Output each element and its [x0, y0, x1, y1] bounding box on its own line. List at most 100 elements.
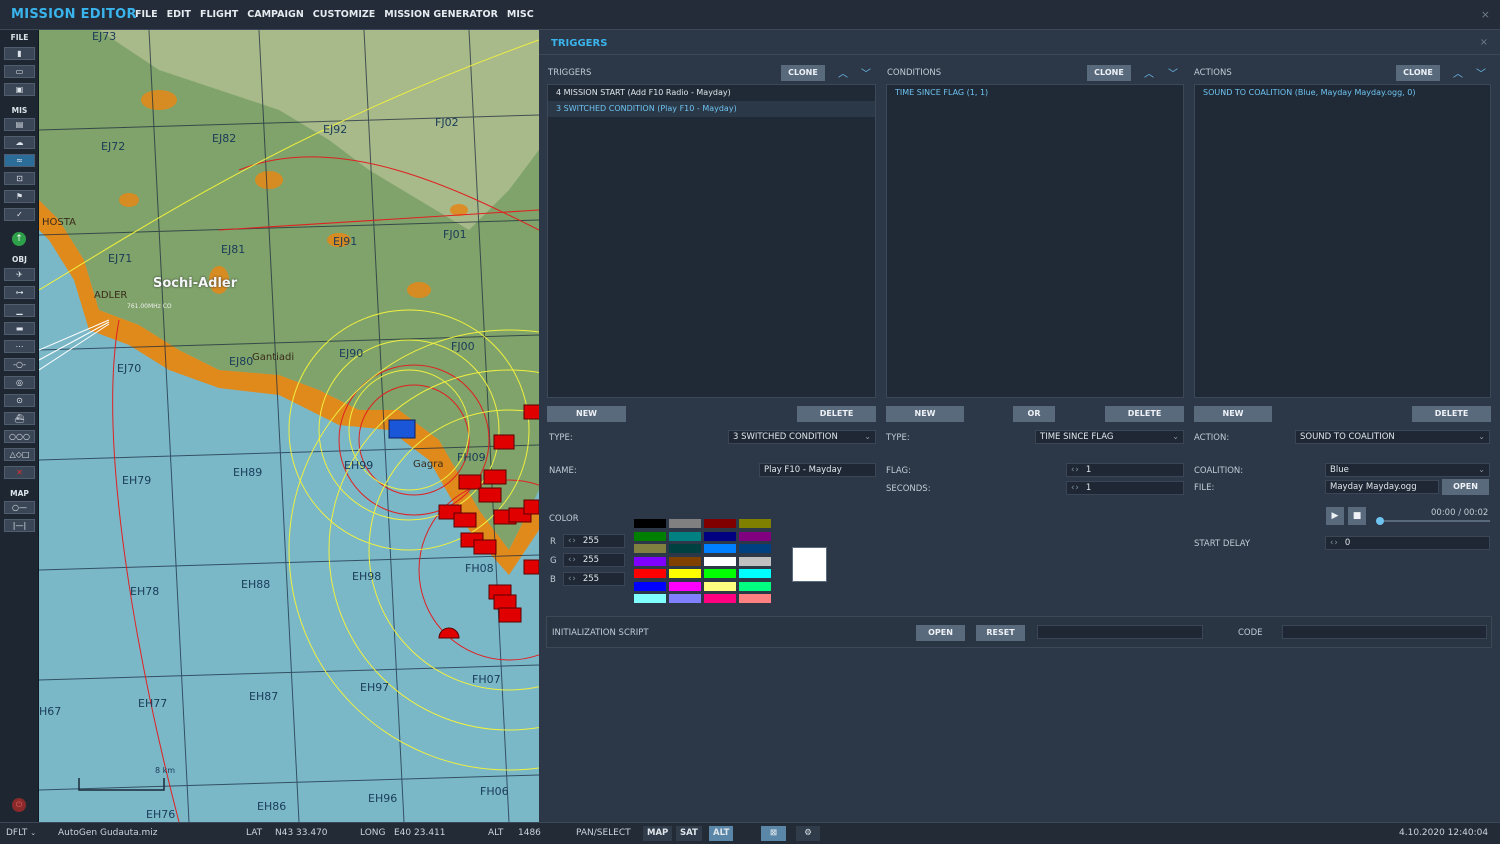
- start-delay-spinner[interactable]: ‹› 0: [1325, 536, 1490, 550]
- menu-customize[interactable]: CUSTOMIZE: [313, 9, 375, 20]
- color-swatch[interactable]: [633, 593, 667, 604]
- conditions-or-button[interactable]: OR: [1013, 406, 1055, 422]
- ship-icon[interactable]: ▁: [4, 304, 35, 317]
- goals-icon[interactable]: ⚑: [4, 190, 35, 203]
- triggers-delete-button[interactable]: DELETE: [797, 406, 876, 422]
- color-swatch[interactable]: [668, 543, 702, 554]
- static-icon[interactable]: ⊙: [4, 394, 35, 407]
- color-swatch[interactable]: [668, 568, 702, 579]
- condition-type-select[interactable]: TIME SINCE FLAG ⌄: [1035, 430, 1184, 444]
- color-swatch[interactable]: [703, 568, 737, 579]
- color-swatch[interactable]: [633, 580, 667, 592]
- color-swatch[interactable]: [668, 518, 702, 529]
- triggers-clone-button[interactable]: CLONE: [781, 65, 825, 81]
- init-reset-button[interactable]: RESET: [976, 625, 1025, 641]
- play-icon[interactable]: ▶: [1326, 507, 1344, 525]
- panel-close-icon[interactable]: ×: [1480, 37, 1488, 48]
- actions-clone-button[interactable]: CLONE: [1396, 65, 1440, 81]
- window-close-icon[interactable]: ×: [1481, 8, 1490, 21]
- seconds-spinner[interactable]: ‹› 1: [1066, 481, 1184, 495]
- color-swatch[interactable]: [738, 580, 772, 592]
- briefing-icon[interactable]: ▤: [4, 118, 35, 131]
- delete-object-icon[interactable]: ✕: [4, 466, 35, 479]
- aircraft-icon[interactable]: ✈: [4, 268, 35, 281]
- menu-file[interactable]: FILE: [135, 9, 158, 20]
- trigger-type-select[interactable]: 3 SWITCHED CONDITION ⌄: [728, 430, 876, 444]
- menu-flight[interactable]: FLIGHT: [200, 9, 238, 20]
- color-swatch[interactable]: [738, 568, 772, 579]
- exit-icon[interactable]: ⏻: [12, 798, 26, 812]
- triggers-icon[interactable]: ≈: [4, 154, 35, 167]
- map-view-button[interactable]: MAP: [643, 826, 673, 841]
- color-swatch[interactable]: [703, 530, 737, 542]
- actions-delete-button[interactable]: DELETE: [1412, 406, 1491, 422]
- open-folder-icon[interactable]: ▭: [4, 65, 35, 78]
- color-swatch[interactable]: [703, 555, 737, 567]
- save-icon[interactable]: ▣: [4, 83, 35, 96]
- helicopter-icon[interactable]: ⊶: [4, 286, 35, 299]
- map-view[interactable]: EJ73 EJ82 EJ92 FJ02 EJ72 HOSTA EJ71 EJ81 EJ91 FJ0…: [39, 30, 539, 822]
- color-swatch[interactable]: [633, 543, 667, 554]
- audio-progress-handle[interactable]: [1376, 517, 1384, 525]
- trigger-name-input[interactable]: Play F10 - Mayday: [759, 463, 876, 477]
- check-icon[interactable]: ✓: [4, 208, 35, 221]
- flag-spinner[interactable]: ‹› 1: [1066, 463, 1184, 477]
- conditions-delete-button[interactable]: DELETE: [1105, 406, 1184, 422]
- color-swatch[interactable]: [703, 543, 737, 554]
- conditions-list[interactable]: TIME SINCE FLAG (1, 1): [886, 84, 1184, 398]
- boat-icon[interactable]: ⛴: [4, 412, 35, 425]
- conditions-up-icon[interactable]: ︿: [1144, 65, 1154, 80]
- pan-select-mode[interactable]: PAN/SELECT: [576, 828, 631, 838]
- color-swatch[interactable]: [703, 593, 737, 604]
- ruler-icon[interactable]: |—|: [4, 519, 35, 532]
- color-swatch[interactable]: [738, 530, 772, 542]
- file-open-button[interactable]: OPEN: [1442, 479, 1489, 495]
- triggers-down-icon[interactable]: ﹀: [861, 65, 871, 80]
- condition-item[interactable]: TIME SINCE FLAG (1, 1): [887, 85, 1183, 101]
- file-input[interactable]: Mayday Mayday.ogg: [1325, 480, 1439, 494]
- actions-up-icon[interactable]: ︿: [1453, 65, 1463, 80]
- color-swatch[interactable]: [738, 593, 772, 604]
- alt-view-button[interactable]: ALT: [709, 826, 734, 841]
- zone-icon[interactable]: ⊡: [4, 172, 35, 185]
- menu-mission-generator[interactable]: MISSION GENERATOR: [384, 9, 498, 20]
- color-swatch[interactable]: [668, 555, 702, 567]
- map-options-icon[interactable]: ○—: [4, 501, 35, 514]
- action-type-select[interactable]: SOUND TO COALITION ⌄: [1295, 430, 1490, 444]
- menu-misc[interactable]: MISC: [507, 9, 534, 20]
- map-settings-icon[interactable]: ⚙: [796, 826, 820, 841]
- color-swatch[interactable]: [668, 530, 702, 542]
- target-icon[interactable]: ◎: [4, 376, 35, 389]
- init-script-file-input[interactable]: [1037, 625, 1203, 639]
- init-open-button[interactable]: OPEN: [916, 625, 965, 641]
- code-input[interactable]: [1282, 625, 1487, 639]
- menu-edit[interactable]: EDIT: [167, 9, 191, 20]
- actions-list[interactable]: SOUND TO COALITION (Blue, Mayday Mayday.…: [1194, 84, 1491, 398]
- vehicle-icon[interactable]: ▬: [4, 322, 35, 335]
- actions-down-icon[interactable]: ﹀: [1476, 65, 1486, 80]
- color-swatch[interactable]: [703, 580, 737, 592]
- triggers-new-button[interactable]: NEW: [547, 406, 626, 422]
- airport-label[interactable]: Sochi-Adler: [153, 276, 237, 291]
- coalition-select[interactable]: Blue ⌄: [1325, 463, 1490, 477]
- conditions-new-button[interactable]: NEW: [886, 406, 964, 422]
- color-swatch[interactable]: [738, 518, 772, 529]
- color-swatch[interactable]: [668, 580, 702, 592]
- color-swatch[interactable]: [738, 543, 772, 554]
- menu-campaign[interactable]: CAMPAIGN: [247, 9, 304, 20]
- color-swatch[interactable]: [633, 530, 667, 542]
- audio-progress-track[interactable]: [1380, 520, 1490, 522]
- action-item[interactable]: SOUND TO COALITION (Blue, Mayday Mayday.…: [1195, 85, 1490, 101]
- color-swatch[interactable]: [668, 593, 702, 604]
- sat-view-button[interactable]: SAT: [676, 826, 702, 841]
- group-icon[interactable]: ⋯: [4, 340, 35, 353]
- conditions-down-icon[interactable]: ﹀: [1168, 65, 1178, 80]
- color-swatch[interactable]: [633, 518, 667, 529]
- color-swatch[interactable]: [633, 555, 667, 567]
- map-filter-icon[interactable]: ⊠: [761, 826, 786, 841]
- template-icon[interactable]: ○○○: [4, 430, 35, 443]
- r-spinner[interactable]: ‹› 255: [563, 534, 625, 548]
- shapes-icon[interactable]: △◇□: [4, 448, 35, 461]
- stop-icon[interactable]: ■: [1348, 507, 1366, 525]
- mode-select[interactable]: DFLT ⌄: [6, 828, 36, 838]
